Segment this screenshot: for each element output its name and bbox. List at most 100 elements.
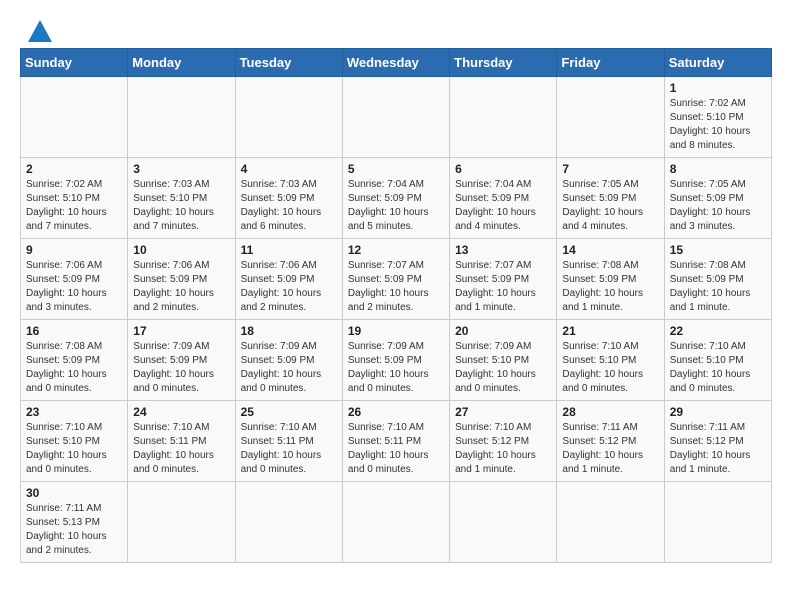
- day-info: Sunrise: 7:08 AM Sunset: 5:09 PM Dayligh…: [670, 259, 766, 315]
- calendar-cell: 15 Sunrise: 7:08 AM Sunset: 5:09 PM Dayli…: [664, 239, 771, 320]
- day-number: 19: [348, 324, 444, 338]
- day-number: 9: [26, 243, 122, 257]
- day-number: 13: [455, 243, 551, 257]
- calendar-cell: [664, 482, 771, 563]
- calendar-cell: [128, 482, 235, 563]
- calendar-cell: [450, 482, 557, 563]
- weekday-header-tuesday: Tuesday: [235, 49, 342, 77]
- day-info: Sunrise: 7:10 AM Sunset: 5:11 PM Dayligh…: [133, 421, 229, 477]
- day-info: Sunrise: 7:11 AM Sunset: 5:12 PM Dayligh…: [562, 421, 658, 477]
- logo-triangle-icon: [28, 20, 52, 42]
- calendar-cell: 13Sunrise: 7:07 AM Sunset: 5:09 PM Dayli…: [450, 239, 557, 320]
- logo: [20, 16, 52, 42]
- header: [20, 16, 772, 42]
- calendar-week-row: 23 Sunrise: 7:10 AM Sunset: 5:10 PM Dayli…: [21, 401, 772, 482]
- day-info: Sunrise: 7:03 AM Sunset: 5:09 PM Dayligh…: [241, 178, 337, 234]
- day-info: Sunrise: 7:04 AM Sunset: 5:09 PM Dayligh…: [348, 178, 444, 234]
- calendar-cell: [342, 77, 449, 158]
- day-number: 17: [133, 324, 229, 338]
- calendar-cell: 9 Sunrise: 7:06 AM Sunset: 5:09 PM Daylig…: [21, 239, 128, 320]
- day-info: Sunrise: 7:11 AM Sunset: 5:13 PM Dayligh…: [26, 502, 122, 558]
- day-number: 5: [348, 162, 444, 176]
- calendar-cell: 11Sunrise: 7:06 AM Sunset: 5:09 PM Dayli…: [235, 239, 342, 320]
- day-info: Sunrise: 7:03 AM Sunset: 5:10 PM Dayligh…: [133, 178, 229, 234]
- day-info: Sunrise: 7:10 AM Sunset: 5:10 PM Dayligh…: [26, 421, 122, 477]
- calendar-cell: 17 Sunrise: 7:09 AM Sunset: 5:09 PM Dayli…: [128, 320, 235, 401]
- day-info: Sunrise: 7:10 AM Sunset: 5:10 PM Dayligh…: [562, 340, 658, 396]
- calendar-week-row: 1 Sunrise: 7:02 AM Sunset: 5:10 PM Daylig…: [21, 77, 772, 158]
- day-number: 7: [562, 162, 658, 176]
- day-number: 11: [241, 243, 337, 257]
- weekday-header-friday: Friday: [557, 49, 664, 77]
- calendar-cell: 16 Sunrise: 7:08 AM Sunset: 5:09 PM Dayli…: [21, 320, 128, 401]
- day-info: Sunrise: 7:05 AM Sunset: 5:09 PM Dayligh…: [562, 178, 658, 234]
- day-info: Sunrise: 7:10 AM Sunset: 5:10 PM Dayligh…: [670, 340, 766, 396]
- calendar-cell: 1 Sunrise: 7:02 AM Sunset: 5:10 PM Daylig…: [664, 77, 771, 158]
- calendar-cell: 5 Sunrise: 7:04 AM Sunset: 5:09 PM Daylig…: [342, 158, 449, 239]
- day-info: Sunrise: 7:09 AM Sunset: 5:10 PM Dayligh…: [455, 340, 551, 396]
- day-info: Sunrise: 7:08 AM Sunset: 5:09 PM Dayligh…: [26, 340, 122, 396]
- day-number: 25: [241, 405, 337, 419]
- calendar-week-row: 30 Sunrise: 7:11 AM Sunset: 5:13 PM Dayli…: [21, 482, 772, 563]
- day-number: 4: [241, 162, 337, 176]
- weekday-header-saturday: Saturday: [664, 49, 771, 77]
- calendar-week-row: 16 Sunrise: 7:08 AM Sunset: 5:09 PM Dayli…: [21, 320, 772, 401]
- calendar-cell: 8Sunrise: 7:05 AM Sunset: 5:09 PM Daylig…: [664, 158, 771, 239]
- day-number: 3: [133, 162, 229, 176]
- day-info: Sunrise: 7:07 AM Sunset: 5:09 PM Dayligh…: [348, 259, 444, 315]
- day-info: Sunrise: 7:10 AM Sunset: 5:11 PM Dayligh…: [241, 421, 337, 477]
- calendar-week-row: 9 Sunrise: 7:06 AM Sunset: 5:09 PM Daylig…: [21, 239, 772, 320]
- day-number: 15: [670, 243, 766, 257]
- day-info: Sunrise: 7:06 AM Sunset: 5:09 PM Dayligh…: [26, 259, 122, 315]
- calendar-cell: 23 Sunrise: 7:10 AM Sunset: 5:10 PM Dayli…: [21, 401, 128, 482]
- day-info: Sunrise: 7:02 AM Sunset: 5:10 PM Dayligh…: [26, 178, 122, 234]
- day-number: 8: [670, 162, 766, 176]
- day-number: 24: [133, 405, 229, 419]
- calendar-cell: 30 Sunrise: 7:11 AM Sunset: 5:13 PM Dayli…: [21, 482, 128, 563]
- day-info: Sunrise: 7:10 AM Sunset: 5:11 PM Dayligh…: [348, 421, 444, 477]
- weekday-header-wednesday: Wednesday: [342, 49, 449, 77]
- calendar-cell: 24 Sunrise: 7:10 AM Sunset: 5:11 PM Dayli…: [128, 401, 235, 482]
- calendar-cell: 19 Sunrise: 7:09 AM Sunset: 5:09 PM Dayli…: [342, 320, 449, 401]
- day-number: 2: [26, 162, 122, 176]
- day-info: Sunrise: 7:08 AM Sunset: 5:09 PM Dayligh…: [562, 259, 658, 315]
- calendar-cell: [450, 77, 557, 158]
- calendar-cell: [235, 482, 342, 563]
- calendar-cell: [235, 77, 342, 158]
- day-number: 30: [26, 486, 122, 500]
- calendar-cell: [342, 482, 449, 563]
- day-number: 6: [455, 162, 551, 176]
- calendar-cell: 26 Sunrise: 7:10 AM Sunset: 5:11 PM Dayli…: [342, 401, 449, 482]
- day-info: Sunrise: 7:09 AM Sunset: 5:09 PM Dayligh…: [133, 340, 229, 396]
- day-number: 20: [455, 324, 551, 338]
- calendar-cell: 20 Sunrise: 7:09 AM Sunset: 5:10 PM Dayli…: [450, 320, 557, 401]
- day-info: Sunrise: 7:04 AM Sunset: 5:09 PM Dayligh…: [455, 178, 551, 234]
- day-number: 21: [562, 324, 658, 338]
- calendar-week-row: 2 Sunrise: 7:02 AM Sunset: 5:10 PM Daylig…: [21, 158, 772, 239]
- day-number: 12: [348, 243, 444, 257]
- day-number: 28: [562, 405, 658, 419]
- calendar-cell: 6 Sunrise: 7:04 AM Sunset: 5:09 PM Daylig…: [450, 158, 557, 239]
- day-number: 27: [455, 405, 551, 419]
- day-info: Sunrise: 7:02 AM Sunset: 5:10 PM Dayligh…: [670, 97, 766, 153]
- day-number: 1: [670, 81, 766, 95]
- calendar-cell: [21, 77, 128, 158]
- calendar-cell: 22 Sunrise: 7:10 AM Sunset: 5:10 PM Dayli…: [664, 320, 771, 401]
- calendar-cell: 4 Sunrise: 7:03 AM Sunset: 5:09 PM Daylig…: [235, 158, 342, 239]
- day-number: 10: [133, 243, 229, 257]
- calendar-cell: 3 Sunrise: 7:03 AM Sunset: 5:10 PM Daylig…: [128, 158, 235, 239]
- day-number: 22: [670, 324, 766, 338]
- day-number: 23: [26, 405, 122, 419]
- calendar-cell: 21 Sunrise: 7:10 AM Sunset: 5:10 PM Dayli…: [557, 320, 664, 401]
- day-info: Sunrise: 7:10 AM Sunset: 5:12 PM Dayligh…: [455, 421, 551, 477]
- weekday-header-thursday: Thursday: [450, 49, 557, 77]
- day-number: 26: [348, 405, 444, 419]
- day-info: Sunrise: 7:09 AM Sunset: 5:09 PM Dayligh…: [348, 340, 444, 396]
- calendar-cell: [557, 77, 664, 158]
- calendar-cell: 14Sunrise: 7:08 AM Sunset: 5:09 PM Dayli…: [557, 239, 664, 320]
- calendar-cell: 12 Sunrise: 7:07 AM Sunset: 5:09 PM Dayli…: [342, 239, 449, 320]
- day-number: 16: [26, 324, 122, 338]
- calendar-cell: 29Sunrise: 7:11 AM Sunset: 5:12 PM Dayli…: [664, 401, 771, 482]
- day-number: 18: [241, 324, 337, 338]
- day-info: Sunrise: 7:06 AM Sunset: 5:09 PM Dayligh…: [133, 259, 229, 315]
